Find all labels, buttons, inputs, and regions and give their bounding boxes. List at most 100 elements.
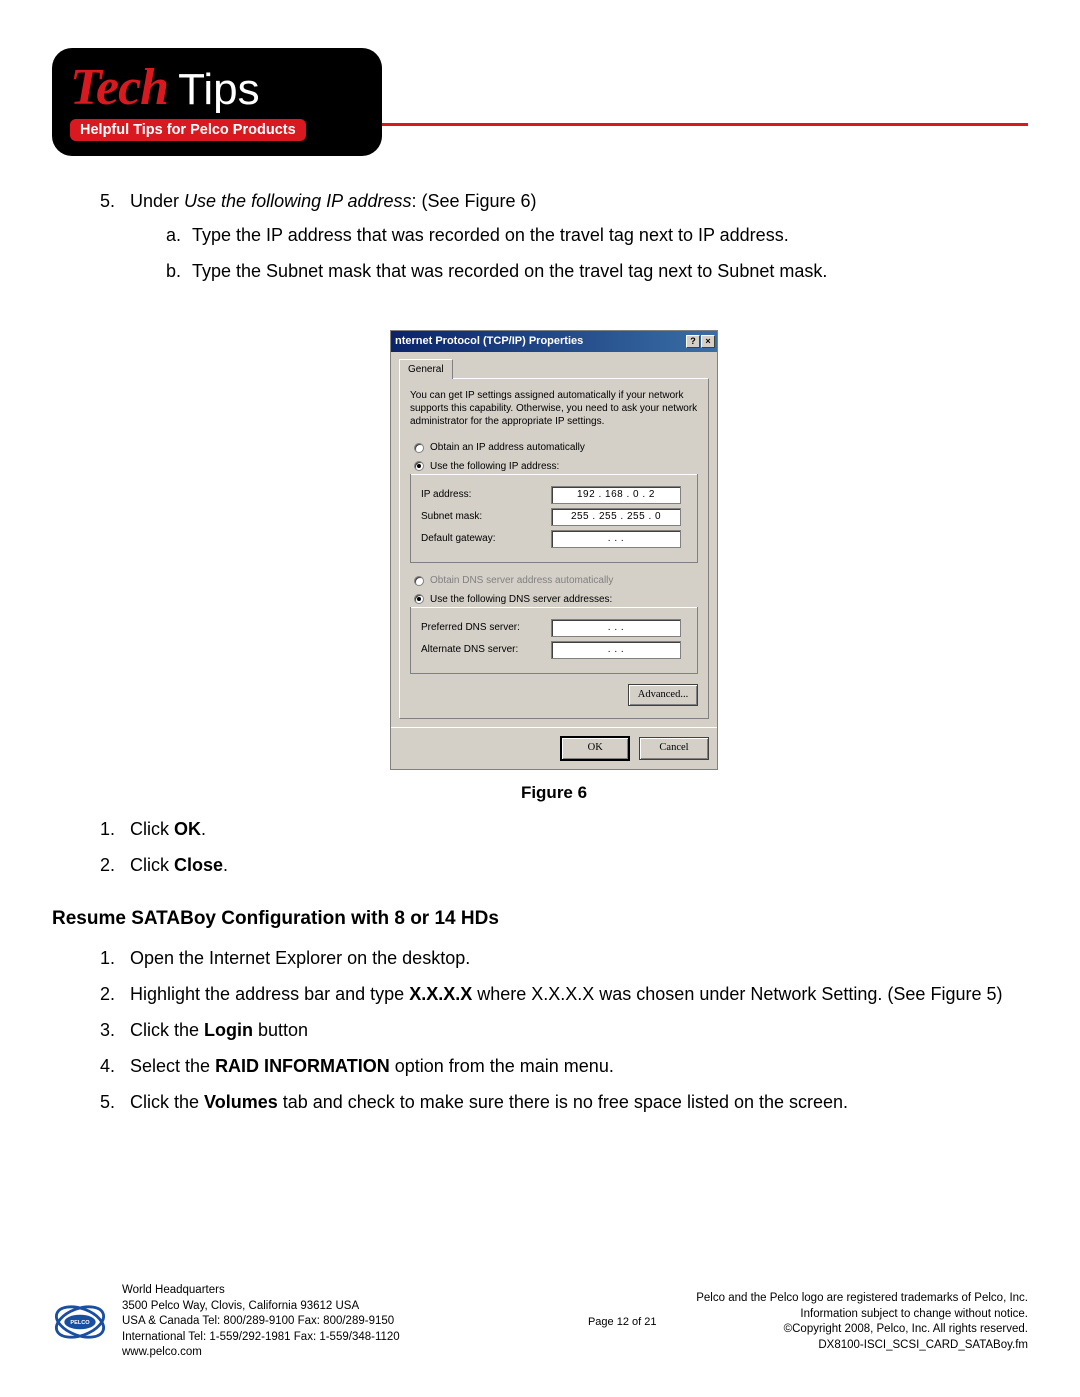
step-text: Highlight the address bar and type [130,984,409,1004]
ip-address-input[interactable]: 192 . 168 . 0 . 2 [551,486,681,504]
substep-letter: b. [166,258,192,286]
page-header: Tech Tips Helpful Tips for Pelco Product… [52,48,1028,156]
step-text: button [253,1020,308,1040]
radio-obtain-dns: Obtain DNS server address automatically [414,573,698,589]
tab-panel: You can get IP settings assigned automat… [399,378,709,719]
page-footer: PELCO World Headquarters 3500 Pelco Way,… [52,1283,1028,1361]
footer-hq-intl: International Tel: 1-559/292-1981 Fax: 1… [122,1330,548,1346]
step-text: . [223,855,228,875]
header-rule [382,123,1028,126]
step-5-list: 5. Under Use the following IP address: (… [100,188,1008,294]
logo-subtitle: Helpful Tips for Pelco Products [70,119,306,141]
logo-tech: Tech [70,58,168,117]
step-number: 2. [100,981,130,1009]
subnet-label: Subnet mask: [421,509,551,525]
step-text: Open the Internet Explorer on the deskto… [130,945,470,973]
footer-page: Page 12 of 21 [562,1315,682,1330]
radio-label: Obtain an IP address automatically [430,440,585,456]
substep-letter: a. [166,222,192,250]
dialog-titlebar: nternet Protocol (TCP/IP) Properties ? × [391,331,717,352]
step-text: Click [130,855,174,875]
tcpip-dialog: nternet Protocol (TCP/IP) Properties ? ×… [390,330,718,770]
substep-text: Type the IP address that was recorded on… [192,222,789,250]
step-text: where X.X.X.X was chosen under Network S… [472,984,1002,1004]
alt-dns-label: Alternate DNS server: [421,642,551,658]
radio-icon [414,443,424,453]
step-number: 1. [100,945,130,973]
step-number: 2. [100,852,130,880]
advanced-button[interactable]: Advanced... [628,684,698,706]
step-text: . [201,819,206,839]
step-text: tab and check to make sure there is no f… [278,1092,848,1112]
step-bold: Volumes [204,1092,278,1112]
step-bold: Close [174,855,223,875]
close-button[interactable]: × [701,335,715,348]
radio-icon [414,576,424,586]
radio-label: Use the following DNS server addresses: [430,592,612,608]
dialog-description: You can get IP settings assigned automat… [410,389,698,428]
footer-hq-title: World Headquarters [122,1283,548,1299]
section-heading: Resume SATABoy Configuration with 8 or 1… [52,904,1008,933]
steps-after-figure: 1. Click OK. 2. Click Close. [100,816,1008,880]
footer-hq-addr: 3500 Pelco Way, Clovis, California 93612… [122,1299,548,1315]
cancel-button[interactable]: Cancel [639,737,709,759]
dialog-title: nternet Protocol (TCP/IP) Properties [395,333,583,350]
help-button[interactable]: ? [686,335,700,348]
resume-steps: 1. Open the Internet Explorer on the des… [100,945,1008,1116]
ok-button[interactable]: OK [560,736,630,760]
radio-use-dns[interactable]: Use the following DNS server addresses: [414,592,698,608]
figure-caption: Figure 6 [100,780,1008,806]
radio-use-ip[interactable]: Use the following IP address: [414,459,698,475]
footer-trademark: Pelco and the Pelco logo are registered … [696,1291,1028,1307]
tab-general[interactable]: General [399,359,453,380]
footer-left: World Headquarters 3500 Pelco Way, Clovi… [122,1283,548,1361]
step-bold: Login [204,1020,253,1040]
gateway-label: Default gateway: [421,531,551,547]
step-text: Click the [130,1092,204,1112]
step-number: 1. [100,816,130,844]
gateway-input[interactable]: . . . [551,530,681,548]
substep-text: Type the Subnet mask that was recorded o… [192,258,827,286]
radio-label: Obtain DNS server address automatically [430,573,613,589]
radio-label: Use the following IP address: [430,459,559,475]
pref-dns-input[interactable]: . . . [551,619,681,637]
pref-dns-label: Preferred DNS server: [421,620,551,636]
content: 5. Under Use the following IP address: (… [52,188,1028,1117]
footer-copyright: ©Copyright 2008, Pelco, Inc. All rights … [696,1322,1028,1338]
footer-hq-tel: USA & Canada Tel: 800/289-9100 Fax: 800/… [122,1314,548,1330]
step-text-pre: Under [130,191,184,211]
alt-dns-input[interactable]: . . . [551,641,681,659]
step-number: 5. [100,1089,130,1117]
step-bold: X.X.X.X [409,984,472,1004]
radio-icon-selected [414,461,424,471]
step-bold: RAID INFORMATION [215,1056,390,1076]
step-number: 4. [100,1053,130,1081]
radio-obtain-ip[interactable]: Obtain an IP address automatically [414,440,698,456]
subnet-input[interactable]: 255 . 255 . 255 . 0 [551,508,681,526]
ip-address-label: IP address: [421,487,551,503]
logo-badge: Tech Tips Helpful Tips for Pelco Product… [52,48,382,156]
pelco-logo-icon: PELCO [52,1294,108,1350]
step-italic: Use the following IP address [184,191,411,211]
step-text: option from the main menu. [390,1056,614,1076]
step-text: Select the [130,1056,215,1076]
tab-strip: General [399,358,709,379]
footer-notice: Information subject to change without no… [696,1307,1028,1323]
footer-hq-web: www.pelco.com [122,1345,548,1361]
radio-icon-selected [414,594,424,604]
ip-group: IP address: 192 . 168 . 0 . 2 Subnet mas… [410,474,698,563]
dialog-bottom-buttons: OK Cancel [391,727,717,768]
step-text: Click [130,819,174,839]
svg-text:PELCO: PELCO [70,1320,90,1326]
dns-group: Preferred DNS server: . . . Alternate DN… [410,607,698,674]
step-bold: OK [174,819,201,839]
step-number: 5. [100,188,130,294]
logo-tips: Tips [178,65,260,115]
step-number: 3. [100,1017,130,1045]
footer-right: Pelco and the Pelco logo are registered … [696,1291,1028,1353]
substep-list: a. Type the IP address that was recorded… [130,222,827,286]
step-text: Click the [130,1020,204,1040]
figure-6: nternet Protocol (TCP/IP) Properties ? ×… [100,330,1008,806]
footer-docid: DX8100-ISCI_SCSI_CARD_SATABoy.fm [696,1338,1028,1354]
step-text-post: : (See Figure 6) [411,191,536,211]
